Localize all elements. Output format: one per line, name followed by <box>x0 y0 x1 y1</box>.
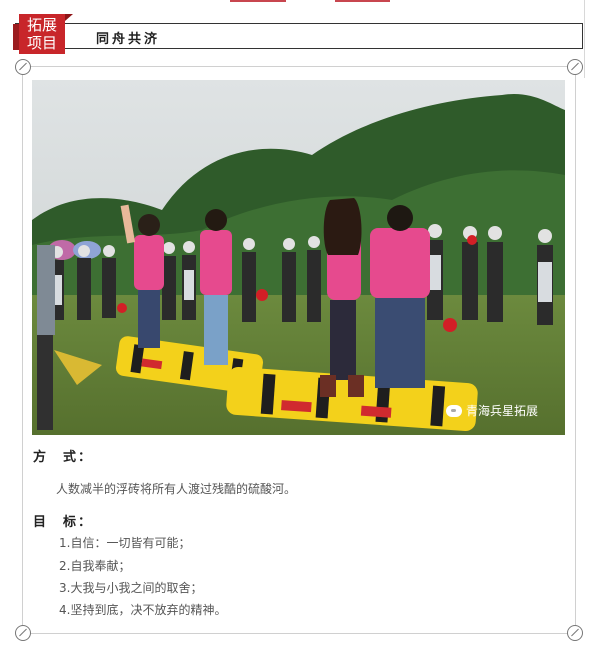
tag-line1: 拓展 <box>26 16 57 34</box>
method-text: 人数减半的浮砖将所有人渡过残酷的硫酸河。 <box>56 482 297 496</box>
corner-ornament-icon <box>15 625 31 641</box>
goal-item: 4.坚持到底，决不放弃的精神。 <box>59 603 227 617</box>
top-decor-right <box>335 0 390 2</box>
goal-item: 2.自我奉献； <box>59 559 131 573</box>
goal-item: 1.自信：一切皆有可能； <box>59 536 191 550</box>
tag-line2: 项目 <box>26 34 57 52</box>
top-decor-left <box>230 0 286 2</box>
method-label: 方 式： <box>33 450 94 465</box>
activity-photo: 青海兵星拓展 <box>32 80 565 435</box>
photo-watermark: 青海兵星拓展 <box>446 402 538 419</box>
wechat-icon <box>446 404 462 417</box>
photo-illustration <box>32 80 565 435</box>
corner-ornament-icon <box>567 625 583 641</box>
section-title: 同舟共济 <box>96 32 161 47</box>
watermark-text: 青海兵星拓展 <box>466 404 539 418</box>
right-divider <box>584 0 585 78</box>
goals-label: 目 标： <box>33 515 94 530</box>
corner-ornament-icon <box>15 59 31 75</box>
section-tag: 拓展 项目 <box>19 14 65 54</box>
corner-ornament-icon <box>567 59 583 75</box>
goal-item: 3.大我与小我之间的取舍； <box>59 581 203 595</box>
tag-fold-corner <box>65 14 73 21</box>
